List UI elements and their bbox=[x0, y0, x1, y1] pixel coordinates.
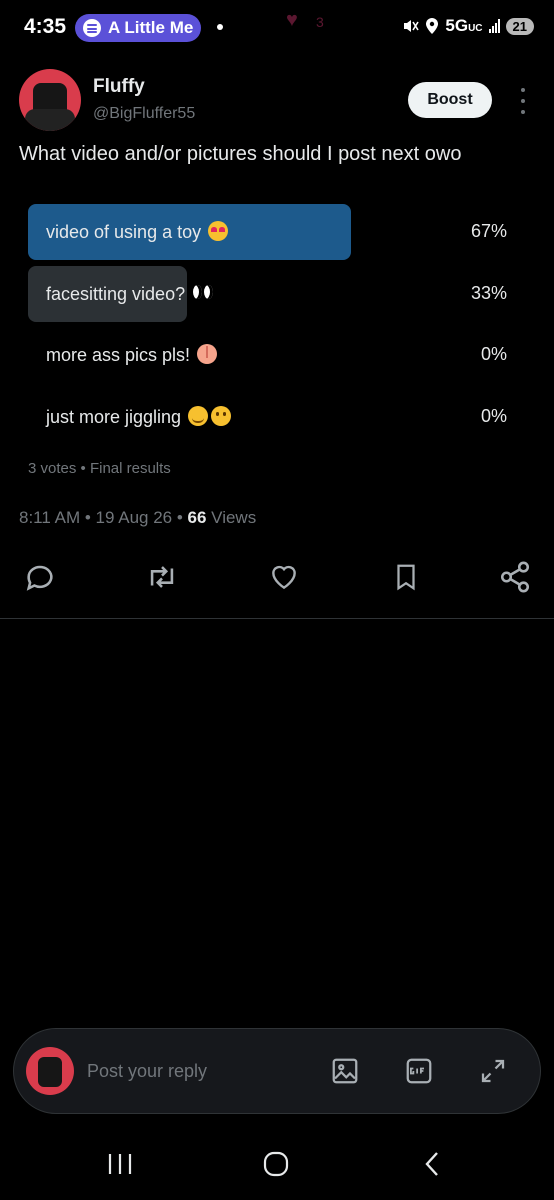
woozy-emoji-icon bbox=[211, 406, 232, 426]
poll-option-label: just more jiggling bbox=[46, 407, 182, 427]
poll-option-percent: 0% bbox=[480, 344, 507, 364]
notification-dot-icon bbox=[217, 24, 223, 30]
poll-option: just more jiggling 0% bbox=[28, 389, 510, 445]
views-count: 66 bbox=[187, 508, 207, 527]
image-icon[interactable] bbox=[329, 1055, 361, 1087]
location-icon bbox=[426, 18, 439, 34]
author-name[interactable]: Fluffy bbox=[93, 76, 145, 98]
divider bbox=[0, 618, 554, 619]
blush-emoji-icon bbox=[188, 406, 209, 426]
poll-option-percent: 33% bbox=[470, 283, 507, 303]
post-actions bbox=[0, 555, 554, 599]
post-meta: 8:11 AM • 19 Aug 26 • 66 Views bbox=[19, 508, 257, 527]
poll-option-label: facesitting video? bbox=[46, 284, 186, 304]
heart-notification-icon: ♥ bbox=[286, 9, 298, 31]
heart-notification-count: 3 bbox=[316, 14, 324, 30]
poll-option: more ass pics pls! 0% bbox=[28, 327, 510, 383]
mute-vibrate-icon bbox=[404, 20, 420, 32]
post-date: 19 Aug 26 bbox=[95, 508, 173, 527]
status-icons: 5GUC 21 bbox=[401, 16, 534, 36]
gif-icon[interactable] bbox=[403, 1055, 435, 1087]
home-icon[interactable] bbox=[256, 1150, 296, 1178]
poll-option: video of using a toy 67% bbox=[28, 204, 510, 260]
reply-input[interactable]: Post your reply bbox=[87, 1061, 207, 1082]
views-label: Views bbox=[211, 508, 257, 527]
reply-composer[interactable]: Post your reply bbox=[13, 1028, 541, 1114]
media-title: A Little Me bbox=[108, 18, 194, 37]
poll-option-percent: 0% bbox=[480, 406, 507, 426]
peach-emoji-icon bbox=[197, 344, 218, 364]
back-icon[interactable] bbox=[412, 1150, 452, 1178]
eyes-emoji-icon bbox=[192, 283, 216, 303]
bookmark-icon[interactable] bbox=[384, 555, 428, 599]
spotify-icon bbox=[83, 19, 101, 37]
author-handle[interactable]: @BigFluffer55 bbox=[93, 105, 195, 123]
poll-footer: 3 votes • Final results bbox=[28, 460, 171, 477]
signal-icon bbox=[488, 19, 500, 33]
recent-apps-icon[interactable] bbox=[100, 1150, 140, 1178]
expand-icon[interactable] bbox=[477, 1055, 509, 1087]
poll-option-label: video of using a toy bbox=[46, 222, 202, 242]
battery-indicator: 21 bbox=[505, 17, 534, 35]
network-type: 5GUC bbox=[445, 16, 483, 35]
status-time: 4:35 bbox=[24, 15, 67, 38]
system-nav-bar bbox=[0, 1130, 554, 1200]
post-text: What video and/or pictures should I post… bbox=[19, 143, 462, 165]
more-options-icon[interactable] bbox=[515, 88, 531, 114]
heart-eyes-emoji-icon bbox=[208, 221, 229, 241]
post-time: 8:11 AM bbox=[19, 508, 81, 527]
boost-button[interactable]: Boost bbox=[408, 82, 492, 118]
user-avatar bbox=[26, 1047, 74, 1095]
status-bar: 4:35 A Little Me ♥ 3 5GUC 21 bbox=[0, 0, 554, 56]
poll-option-percent: 67% bbox=[470, 221, 507, 241]
author-avatar[interactable] bbox=[19, 69, 81, 131]
share-icon[interactable] bbox=[493, 555, 537, 599]
like-icon[interactable] bbox=[262, 555, 306, 599]
poll-option: facesitting video? 33% bbox=[28, 266, 510, 322]
media-chip[interactable]: A Little Me bbox=[75, 14, 201, 42]
poll-option-label: more ass pics pls! bbox=[46, 345, 191, 365]
reply-icon[interactable] bbox=[18, 555, 62, 599]
repost-icon[interactable] bbox=[140, 555, 184, 599]
